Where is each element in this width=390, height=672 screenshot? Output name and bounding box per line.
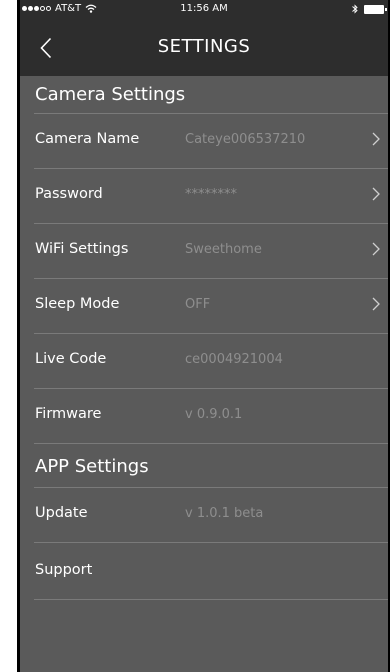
row-update[interactable]: Update v 1.0.1 beta — [34, 488, 388, 542]
page-title: SETTINGS — [157, 36, 251, 57]
bluetooth-icon — [352, 4, 358, 14]
row-value: v 1.0.1 beta — [185, 506, 264, 521]
chevron-right-icon — [372, 297, 380, 311]
row-label: Password — [35, 186, 103, 202]
row-value: ******** — [185, 187, 237, 202]
row-label: Live Code — [35, 351, 107, 367]
chevron-right-icon — [372, 132, 380, 146]
phone-screen: AT&T 11:56 AM SETTINGS Camera Settings C… — [20, 0, 388, 672]
row-label: Camera Name — [35, 131, 140, 147]
row-value: Cateye006537210 — [185, 132, 306, 147]
divider — [34, 599, 388, 600]
battery-icon — [364, 4, 387, 14]
row-password[interactable]: Password ******** — [34, 169, 388, 223]
status-right-group — [352, 4, 387, 14]
status-bar: AT&T 11:56 AM — [20, 0, 388, 20]
row-value: v 0.9.0.1 — [185, 407, 243, 422]
divider — [34, 443, 388, 444]
row-support[interactable]: Support — [34, 545, 388, 599]
section-header-app-settings: APP Settings — [35, 456, 149, 477]
chevron-right-icon — [372, 242, 380, 256]
row-label: Sleep Mode — [35, 296, 120, 312]
chevron-right-icon — [372, 187, 380, 201]
row-label: WiFi Settings — [35, 241, 129, 257]
divider — [34, 542, 388, 543]
row-value: ce0004921004 — [185, 352, 283, 367]
section-header-camera-settings: Camera Settings — [35, 84, 186, 105]
row-label: Support — [35, 562, 93, 578]
row-sleep-mode[interactable]: Sleep Mode OFF — [34, 279, 388, 333]
row-value: OFF — [185, 297, 211, 312]
navigation-bar: SETTINGS — [20, 20, 388, 76]
row-wifi-settings[interactable]: WiFi Settings Sweethome — [34, 224, 388, 278]
screenshot-page: AT&T 11:56 AM SETTINGS Camera Settings C… — [0, 0, 390, 672]
row-firmware: Firmware v 0.9.0.1 — [34, 389, 388, 443]
row-label: Firmware — [35, 406, 102, 422]
row-live-code: Live Code ce0004921004 — [34, 334, 388, 388]
row-value: Sweethome — [185, 242, 262, 257]
status-time: 11:56 AM — [180, 3, 228, 14]
row-label: Update — [35, 505, 88, 521]
row-camera-name[interactable]: Camera Name Cateye006537210 — [34, 114, 388, 168]
